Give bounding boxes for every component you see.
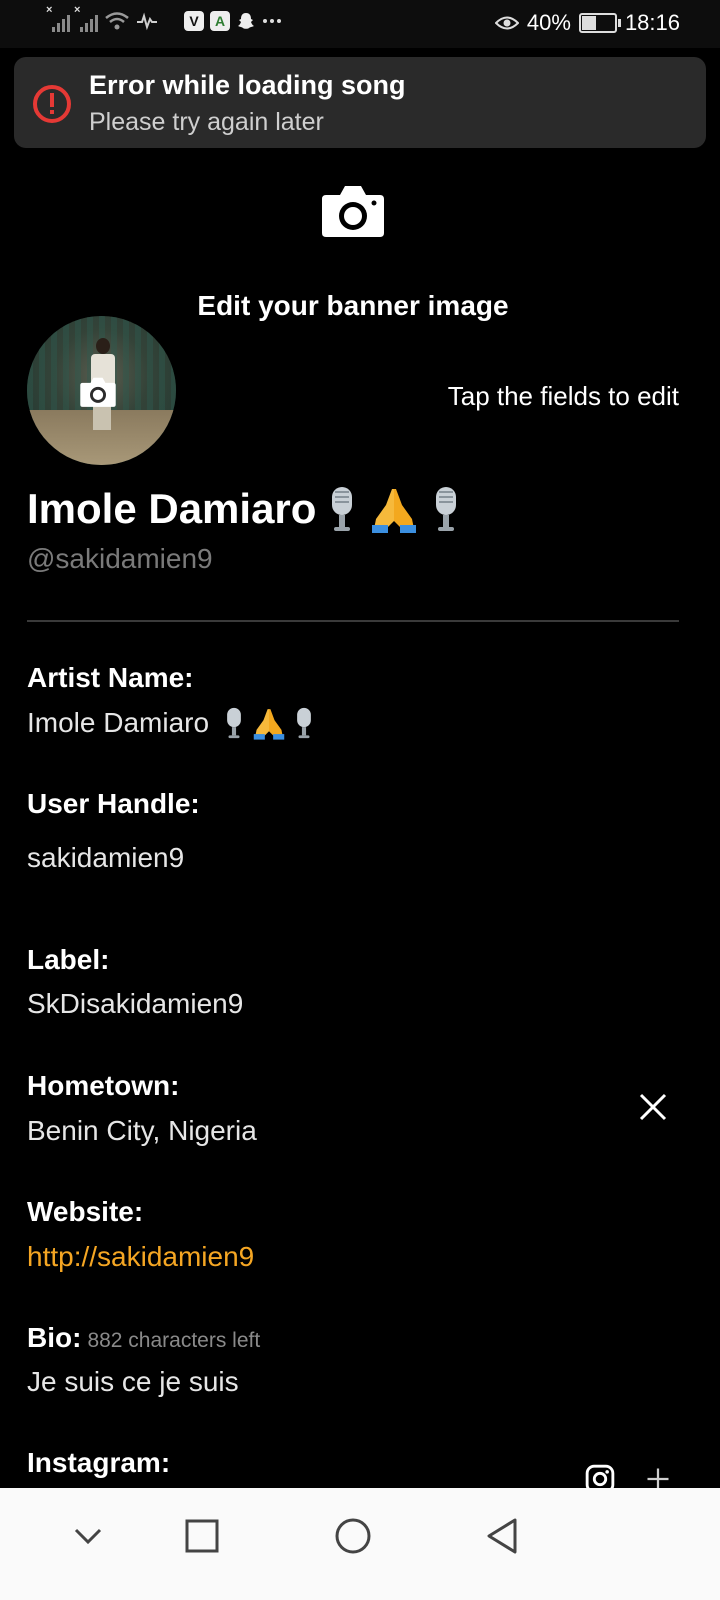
android-icon: A xyxy=(210,11,230,31)
user-handle-value: sakidamien9 xyxy=(27,842,185,873)
status-bar: × × V A 40% 18:16 xyxy=(0,0,720,48)
error-icon xyxy=(33,85,71,123)
praying-hands-icon xyxy=(253,709,285,740)
more-dots-icon xyxy=(263,19,281,23)
eye-icon xyxy=(494,16,519,30)
website-label: Website: xyxy=(27,1196,144,1227)
activity-icon xyxy=(137,12,157,31)
artist-name-text: Imole Damiaro xyxy=(27,485,317,532)
artist-name-label: Artist Name: xyxy=(27,662,194,693)
wifi-icon xyxy=(105,12,129,30)
website-value[interactable]: http://sakidamien9 xyxy=(27,1241,254,1273)
clock: 18:16 xyxy=(624,10,680,35)
close-icon[interactable] xyxy=(638,1092,668,1122)
avatar-camera-icon[interactable] xyxy=(79,376,117,408)
battery-percent: 40% xyxy=(526,10,571,35)
artist-name-field[interactable]: Imole Damiaro xyxy=(27,706,315,740)
camera-icon[interactable] xyxy=(320,183,386,239)
user-handle-field[interactable]: sakidamien9 xyxy=(27,842,184,874)
bio-field[interactable]: Je suis ce je suis xyxy=(27,1366,239,1398)
status-bar-left: × × V A xyxy=(46,4,282,32)
microphone-icon xyxy=(227,707,241,739)
bio-character-count: 882 characters left xyxy=(87,1329,261,1352)
recents-square-icon[interactable] xyxy=(174,1508,230,1564)
hometown-value: Benin City, Nigeria xyxy=(27,1115,257,1146)
snapchat-icon xyxy=(238,13,254,29)
microphone-icon xyxy=(297,707,311,739)
home-circle-icon[interactable] xyxy=(325,1508,381,1564)
viber-icon: V xyxy=(184,11,204,31)
instagram-label: Instagram: xyxy=(27,1447,171,1478)
user-handle-label: User Handle: xyxy=(27,788,200,819)
back-triangle-icon[interactable] xyxy=(474,1508,530,1564)
collapse-chevron-icon[interactable] xyxy=(60,1508,116,1564)
microphone-icon xyxy=(332,487,353,531)
hometown-field[interactable]: Benin City, Nigeria xyxy=(27,1115,257,1147)
label-field[interactable]: SkDisakidamien9 xyxy=(27,988,243,1020)
bio-label-row: Bio: 882 characters left xyxy=(27,1322,260,1354)
navigation-bar xyxy=(0,1488,720,1600)
status-bar-right: 40% 18:16 xyxy=(494,10,680,36)
bio-label: Bio: xyxy=(27,1322,82,1353)
tap-fields-hint: Tap the fields to edit xyxy=(447,381,679,411)
bio-value: Je suis ce je suis xyxy=(27,1366,239,1397)
profile-handle: @sakidamien9 xyxy=(27,543,213,574)
toast-title: Error while loading song xyxy=(89,70,406,100)
battery-icon xyxy=(578,13,621,33)
label-value: SkDisakidamien9 xyxy=(27,988,244,1019)
profile-artist-name: Imole Damiaro xyxy=(27,485,462,533)
signal-1-icon: × xyxy=(46,4,70,32)
website-field[interactable]: http://sakidamien9 xyxy=(27,1241,254,1273)
divider xyxy=(27,620,679,622)
toast-message: Please try again later xyxy=(89,108,324,136)
praying-hands-icon xyxy=(372,489,417,533)
microphone-icon xyxy=(436,487,457,531)
label-label: Label: xyxy=(27,944,110,975)
hometown-label: Hometown: xyxy=(27,1070,180,1101)
artist-name-value: Imole Damiaro xyxy=(27,707,210,738)
signal-2-icon: × xyxy=(74,4,98,32)
